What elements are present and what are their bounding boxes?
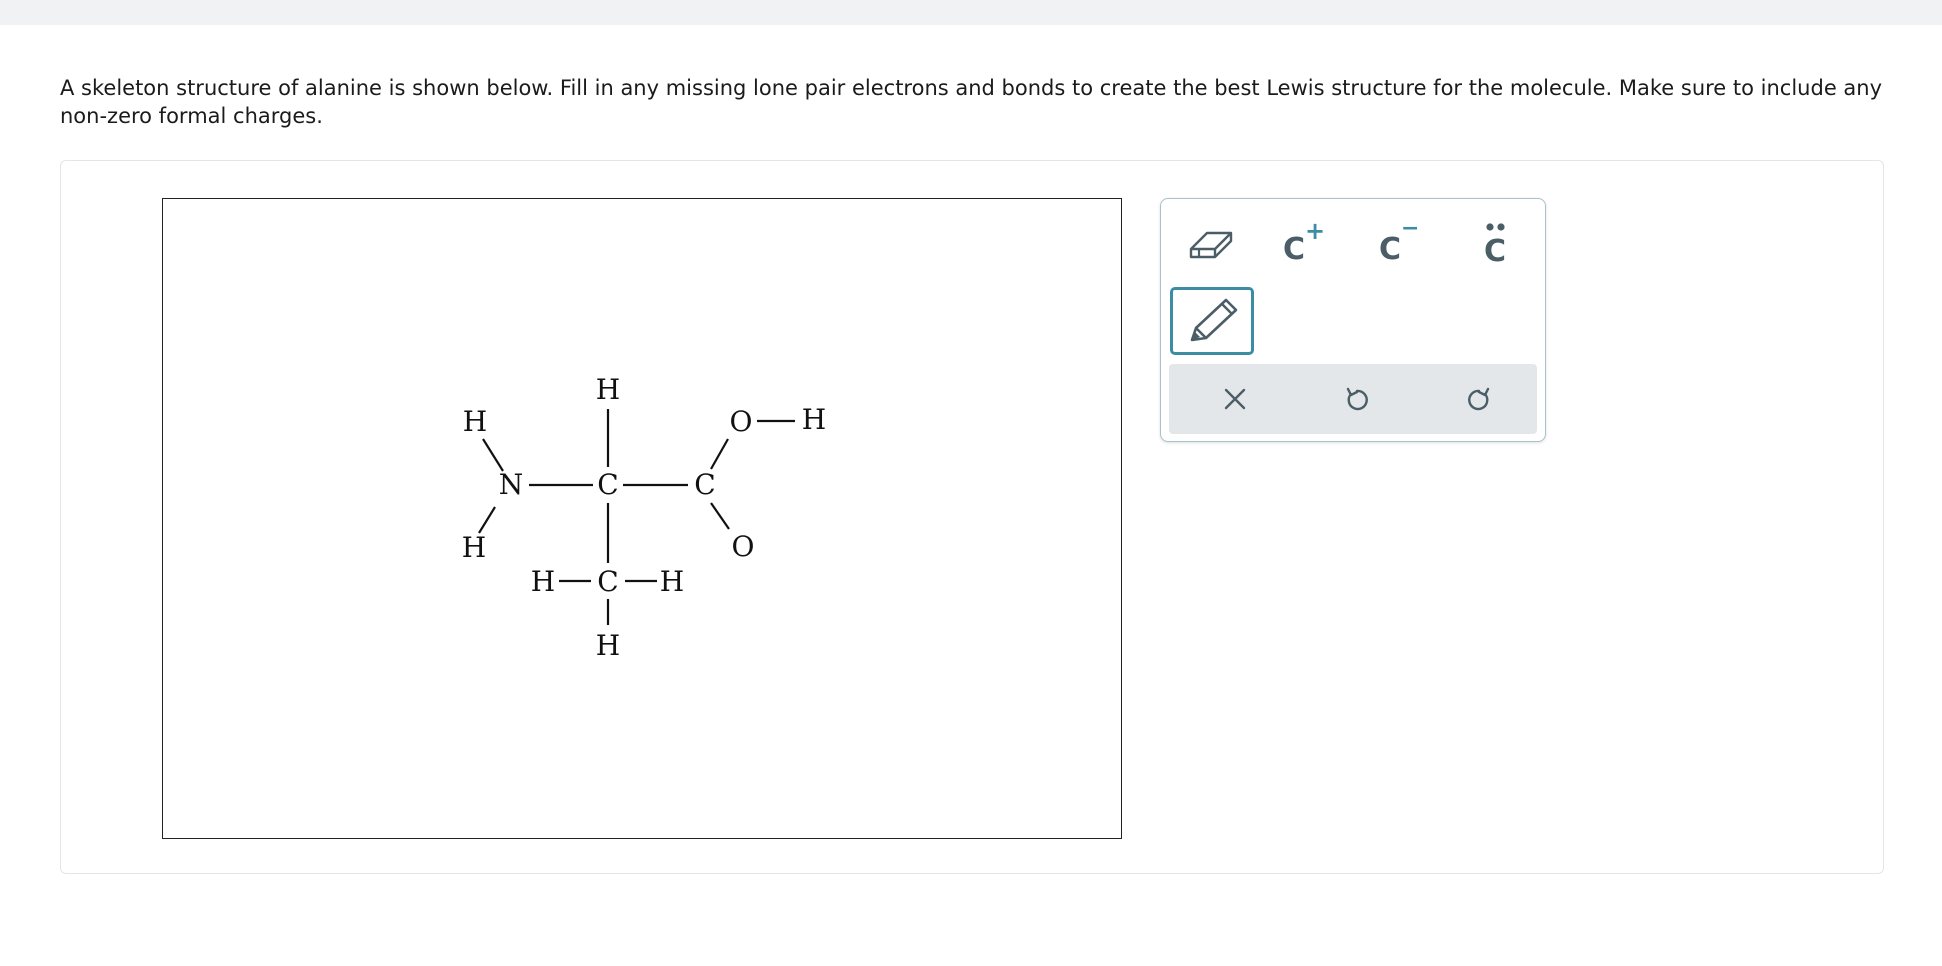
- bond-c-carboxyl-o-carbonyl[interactable]: [710, 502, 730, 530]
- atom-c-alpha[interactable]: C: [597, 468, 618, 501]
- lone-pair-symbol: C: [1484, 234, 1506, 265]
- add-negative-charge-tool[interactable]: C −: [1371, 217, 1427, 265]
- bond-h-n-bottom[interactable]: [478, 506, 496, 534]
- bond-h-n-top[interactable]: [482, 438, 504, 472]
- atom-h-methyl-left[interactable]: H: [531, 565, 555, 598]
- close-icon: [1224, 388, 1246, 410]
- pencil-tool[interactable]: [1170, 287, 1254, 355]
- atom-h-methyl-right[interactable]: H: [660, 565, 684, 598]
- eraser-icon: [1189, 231, 1233, 259]
- undo-button[interactable]: [1331, 374, 1383, 424]
- atom-h-hydroxyl[interactable]: H: [802, 403, 826, 436]
- lone-pair-dot-left: [1486, 223, 1494, 231]
- add-lone-pair-tool[interactable]: C: [1467, 217, 1523, 265]
- drawing-canvas[interactable]: H H N C H C O H O C H H H: [162, 198, 1122, 839]
- positive-charge-icon: C +: [1283, 217, 1325, 265]
- atom-o-hydroxyl[interactable]: O: [730, 405, 753, 438]
- atom-c-carboxyl[interactable]: C: [694, 468, 715, 501]
- anion-symbol: C: [1379, 232, 1401, 265]
- action-bar: [1169, 364, 1537, 434]
- atom-h-nh-top[interactable]: H: [463, 405, 487, 438]
- pencil-icon: [1190, 298, 1238, 342]
- atom-h-methyl-bottom[interactable]: H: [596, 629, 620, 662]
- lone-pair-dot-right: [1497, 223, 1505, 231]
- atom-c-methyl[interactable]: C: [597, 565, 618, 598]
- molecule-drawing: H H N C H C O H O C H H H: [462, 373, 826, 662]
- question-prompt: A skeleton structure of alanine is shown…: [60, 76, 1883, 128]
- eraser-tool[interactable]: [1183, 217, 1239, 265]
- anion-charge: −: [1401, 217, 1419, 241]
- add-positive-charge-tool[interactable]: C +: [1275, 217, 1331, 265]
- atom-h-nh-bottom[interactable]: H: [462, 531, 486, 564]
- redo-icon: [1468, 387, 1490, 411]
- negative-charge-icon: C −: [1379, 217, 1419, 265]
- undo-icon: [1346, 387, 1368, 411]
- atom-o-carbonyl[interactable]: O: [732, 530, 755, 563]
- cation-charge: +: [1305, 217, 1325, 245]
- redo-button[interactable]: [1453, 374, 1505, 424]
- atom-n[interactable]: N: [499, 468, 524, 501]
- drawing-toolbox: C + C − C: [1160, 198, 1546, 442]
- lone-pair-icon: C: [1484, 223, 1506, 265]
- atom-h-alpha[interactable]: H: [596, 373, 620, 406]
- cation-symbol: C: [1283, 232, 1305, 265]
- clear-button[interactable]: [1209, 374, 1261, 424]
- bond-c-carboxyl-o-hydroxyl[interactable]: [710, 438, 729, 470]
- top-bar: [0, 0, 1942, 25]
